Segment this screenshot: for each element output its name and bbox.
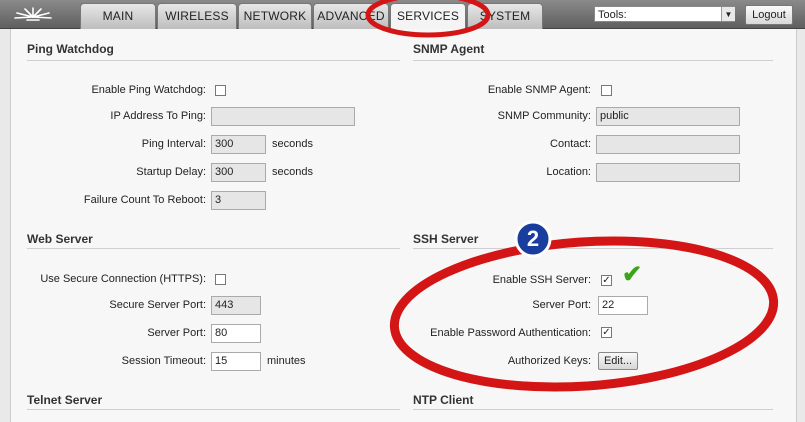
ping-watchdog-title: Ping Watchdog	[27, 42, 114, 56]
failure-count-label: Failure Count To Reboot:	[83, 194, 206, 206]
session-timeout-unit: minutes	[267, 355, 306, 367]
tab-advanced[interactable]: ADVANCED	[313, 3, 389, 29]
ssh-port-label: Server Port:	[532, 299, 591, 311]
enable-ssh-checkbox[interactable]: ✓	[601, 275, 612, 286]
snmp-community-label: SNMP Community:	[497, 110, 591, 122]
enable-ssh-label: Enable SSH Server:	[492, 274, 591, 286]
ntp-client-title: NTP Client	[413, 393, 474, 407]
enable-ping-watchdog-checkbox[interactable]	[215, 85, 226, 96]
enable-snmp-checkbox[interactable]	[601, 85, 612, 96]
section-divider	[413, 60, 773, 61]
section-divider	[27, 60, 400, 61]
contact-input[interactable]	[596, 135, 740, 154]
section-divider	[27, 409, 400, 410]
secure-port-input[interactable]: 443	[211, 296, 261, 315]
logout-button[interactable]: Logout	[745, 5, 793, 25]
snmp-agent-title: SNMP Agent	[413, 42, 485, 56]
section-divider	[413, 248, 773, 249]
chevron-down-icon[interactable]: ▼	[721, 7, 735, 21]
enable-ping-watchdog-label: Enable Ping Watchdog:	[91, 84, 206, 96]
server-port-label: Server Port:	[147, 327, 206, 339]
ubiquiti-logo-icon[interactable]	[0, 0, 66, 28]
startup-delay-unit: seconds	[272, 166, 313, 178]
ip-address-input[interactable]	[211, 107, 355, 126]
section-divider	[413, 409, 773, 410]
ping-interval-input[interactable]: 300	[211, 135, 266, 154]
ping-interval-label: Ping Interval:	[141, 138, 206, 150]
authorized-keys-label: Authorized Keys:	[507, 355, 591, 367]
web-server-title: Web Server	[27, 232, 93, 246]
startup-delay-label: Startup Delay:	[136, 166, 206, 178]
tab-wireless[interactable]: WIRELESS	[157, 3, 237, 29]
tab-network[interactable]: NETWORK	[238, 3, 312, 29]
secure-port-label: Secure Server Port:	[109, 299, 206, 311]
tab-services[interactable]: SERVICES	[390, 3, 466, 30]
edit-keys-button[interactable]: Edit...	[598, 352, 638, 370]
section-divider	[27, 248, 400, 249]
session-timeout-input[interactable]: 15	[211, 352, 261, 371]
location-label: Location:	[546, 166, 591, 178]
tab-main[interactable]: MAIN	[80, 3, 156, 29]
https-checkbox[interactable]	[215, 274, 226, 285]
server-port-input[interactable]: 80	[211, 324, 261, 343]
session-timeout-label: Session Timeout:	[121, 355, 206, 367]
tab-system[interactable]: SYSTEM	[467, 3, 543, 29]
ssh-port-input[interactable]: 22	[598, 296, 648, 315]
contact-label: Contact:	[550, 138, 591, 150]
ping-interval-unit: seconds	[272, 138, 313, 150]
location-input[interactable]	[596, 163, 740, 182]
password-auth-checkbox[interactable]: ✓	[601, 327, 612, 338]
tools-select[interactable]: Tools:	[594, 6, 735, 22]
https-label: Use Secure Connection (HTTPS):	[40, 273, 206, 285]
ssh-server-title: SSH Server	[413, 232, 479, 246]
ip-address-label: IP Address To Ping:	[110, 110, 206, 122]
top-nav-bar: MAIN WIRELESS NETWORK ADVANCED SERVICES …	[0, 0, 805, 30]
snmp-community-input[interactable]: public	[596, 107, 740, 126]
password-auth-label: Enable Password Authentication:	[430, 327, 591, 339]
telnet-server-title: Telnet Server	[27, 393, 103, 407]
enable-snmp-label: Enable SNMP Agent:	[487, 84, 591, 96]
failure-count-input[interactable]: 3	[211, 191, 266, 210]
startup-delay-input[interactable]: 300	[211, 163, 266, 182]
